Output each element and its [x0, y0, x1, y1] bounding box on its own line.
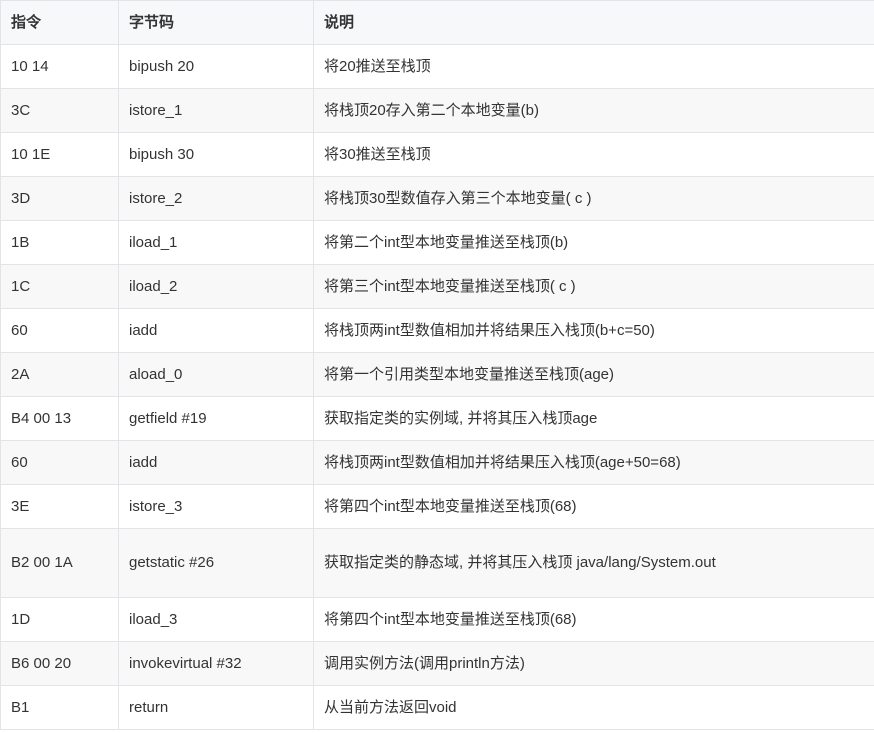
table-row: 3D istore_2 将栈顶30型数值存入第三个本地变量( c ) [0, 176, 874, 221]
cell-description: 获取指定类的静态域, 并将其压入栈顶 java/lang/System.out [313, 528, 874, 598]
cell-bytecode: bipush 30 [118, 132, 314, 177]
cell-bytecode: istore_1 [118, 88, 314, 133]
cell-bytecode: bipush 20 [118, 44, 314, 89]
table-header-row: 指令 字节码 说明 [0, 0, 874, 45]
cell-instruction: 3E [0, 484, 119, 529]
table-row: 10 14 bipush 20 将20推送至栈顶 [0, 44, 874, 89]
cell-instruction: 10 14 [0, 44, 119, 89]
table-row: B4 00 13 getfield #19 获取指定类的实例域, 并将其压入栈顶… [0, 396, 874, 441]
cell-instruction: 2A [0, 352, 119, 397]
cell-instruction: 1D [0, 597, 119, 642]
cell-instruction: B6 00 20 [0, 641, 119, 686]
table-row: 3E istore_3 将第四个int型本地变量推送至栈顶(68) [0, 484, 874, 529]
cell-instruction: 1C [0, 264, 119, 309]
cell-bytecode: aload_0 [118, 352, 314, 397]
cell-instruction: 3D [0, 176, 119, 221]
cell-description: 将栈顶两int型数值相加并将结果压入栈顶(b+c=50) [313, 308, 874, 353]
cell-instruction: B4 00 13 [0, 396, 119, 441]
cell-bytecode: iload_1 [118, 220, 314, 265]
cell-description: 将第二个int型本地变量推送至栈顶(b) [313, 220, 874, 265]
table-row: 1D iload_3 将第四个int型本地变量推送至栈顶(68) [0, 597, 874, 642]
cell-description: 将20推送至栈顶 [313, 44, 874, 89]
table-row: 3C istore_1 将栈顶20存入第二个本地变量(b) [0, 88, 874, 133]
cell-description: 调用实例方法(调用println方法) [313, 641, 874, 686]
cell-instruction: 1B [0, 220, 119, 265]
cell-description: 获取指定类的实例域, 并将其压入栈顶age [313, 396, 874, 441]
bytecode-table: 指令 字节码 说明 10 14 bipush 20 将20推送至栈顶 3C is… [0, 0, 874, 730]
cell-bytecode: return [118, 685, 314, 730]
cell-instruction: B1 [0, 685, 119, 730]
cell-description: 将栈顶两int型数值相加并将结果压入栈顶(age+50=68) [313, 440, 874, 485]
cell-instruction: B2 00 1A [0, 528, 119, 598]
table-row: 60 iadd 将栈顶两int型数值相加并将结果压入栈顶(age+50=68) [0, 440, 874, 485]
table-row: B1 return 从当前方法返回void [0, 685, 874, 730]
cell-instruction: 3C [0, 88, 119, 133]
cell-description: 将第四个int型本地变量推送至栈顶(68) [313, 597, 874, 642]
table-row: 1C iload_2 将第三个int型本地变量推送至栈顶( c ) [0, 264, 874, 309]
table-row: 10 1E bipush 30 将30推送至栈顶 [0, 132, 874, 177]
cell-bytecode: istore_2 [118, 176, 314, 221]
header-bytecode: 字节码 [118, 0, 314, 45]
cell-bytecode: iload_2 [118, 264, 314, 309]
cell-description: 将30推送至栈顶 [313, 132, 874, 177]
cell-bytecode: iadd [118, 440, 314, 485]
table-row: B2 00 1A getstatic #26 获取指定类的静态域, 并将其压入栈… [0, 528, 874, 598]
header-instruction: 指令 [0, 0, 119, 45]
cell-bytecode: invokevirtual #32 [118, 641, 314, 686]
header-description: 说明 [313, 0, 874, 45]
table-row: 2A aload_0 将第一个引用类型本地变量推送至栈顶(age) [0, 352, 874, 397]
cell-description: 将第四个int型本地变量推送至栈顶(68) [313, 484, 874, 529]
cell-instruction: 60 [0, 440, 119, 485]
cell-bytecode: iadd [118, 308, 314, 353]
cell-description: 将栈顶20存入第二个本地变量(b) [313, 88, 874, 133]
table-row: B6 00 20 invokevirtual #32 调用实例方法(调用prin… [0, 641, 874, 686]
cell-bytecode: getstatic #26 [118, 528, 314, 598]
cell-description: 从当前方法返回void [313, 685, 874, 730]
cell-bytecode: iload_3 [118, 597, 314, 642]
cell-description: 将栈顶30型数值存入第三个本地变量( c ) [313, 176, 874, 221]
cell-instruction: 10 1E [0, 132, 119, 177]
cell-instruction: 60 [0, 308, 119, 353]
table-row: 1B iload_1 将第二个int型本地变量推送至栈顶(b) [0, 220, 874, 265]
cell-description: 将第一个引用类型本地变量推送至栈顶(age) [313, 352, 874, 397]
cell-description: 将第三个int型本地变量推送至栈顶( c ) [313, 264, 874, 309]
table-row: 60 iadd 将栈顶两int型数值相加并将结果压入栈顶(b+c=50) [0, 308, 874, 353]
cell-bytecode: getfield #19 [118, 396, 314, 441]
cell-bytecode: istore_3 [118, 484, 314, 529]
